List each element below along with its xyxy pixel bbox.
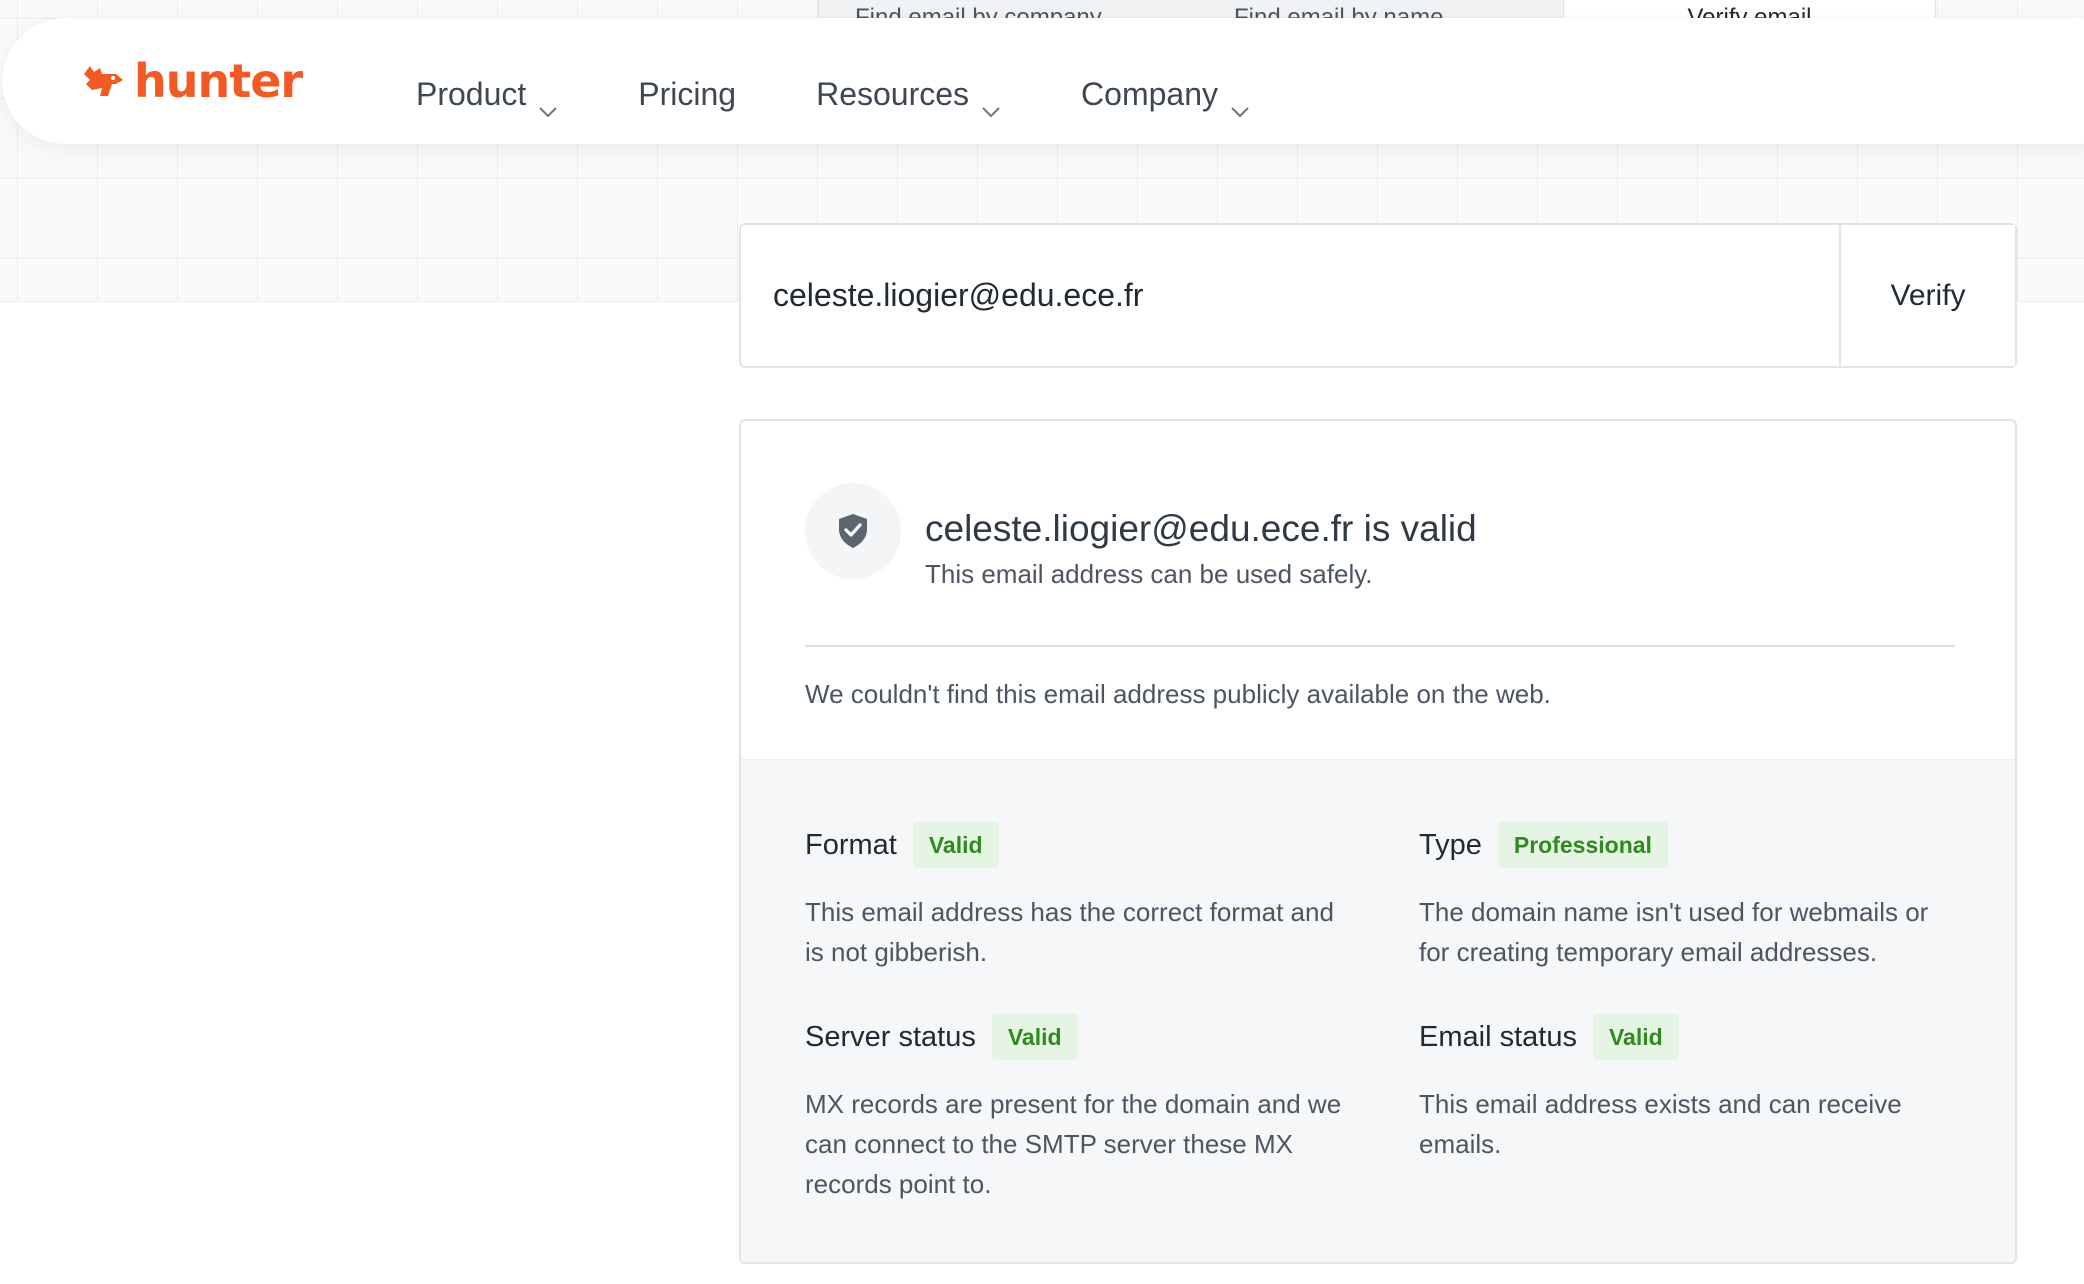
divider	[805, 645, 1955, 647]
nav-pricing[interactable]: Pricing	[638, 76, 736, 113]
nav-resources[interactable]: Resources	[816, 76, 1001, 117]
status-badge: Valid	[1592, 1014, 1679, 1060]
detail-email-status: Email status Valid This email address ex…	[1419, 1012, 1959, 1164]
email-input[interactable]	[741, 225, 1839, 366]
detail-label: Email status	[1419, 1020, 1577, 1053]
detail-description: This email address has the correct forma…	[805, 897, 1334, 967]
result-header: celeste.liogier@edu.ece.fr is valid This…	[805, 483, 1477, 590]
status-badge: Valid	[991, 1014, 1078, 1060]
status-badge: Valid	[912, 822, 999, 868]
detail-label: Server status	[805, 1020, 976, 1053]
verification-details: Format Valid This email address has the …	[741, 759, 2015, 1262]
nav-product-label: Product	[416, 76, 527, 112]
chevron-down-icon	[1230, 89, 1250, 117]
detail-label: Type	[1419, 828, 1482, 861]
verify-button[interactable]: Verify	[1839, 225, 2015, 366]
nav-product[interactable]: Product	[416, 76, 558, 117]
tab-verify-email[interactable]: Verify email	[1564, 0, 1936, 20]
main-nav: Product Pricing Resources Company	[416, 76, 1330, 117]
result-card: celeste.liogier@edu.ece.fr is valid This…	[739, 419, 2017, 1264]
brand-name: hunter	[134, 54, 303, 108]
detail-description: The domain name isn't used for webmails …	[1419, 897, 1929, 967]
nav-pricing-label: Pricing	[638, 76, 737, 112]
public-sources-note: We couldn't find this email address publ…	[805, 679, 1551, 709]
tab-find-email-by-name[interactable]: Find email by name	[1198, 0, 1564, 20]
tab-find-email-by-company[interactable]: Find email by company	[818, 0, 1198, 20]
detail-description: This email address exists and can receiv…	[1419, 1089, 1902, 1159]
nav-company[interactable]: Company	[1081, 76, 1250, 117]
shield-check-icon	[805, 483, 901, 579]
nav-resources-label: Resources	[816, 76, 970, 112]
detail-server-status: Server status Valid MX records are prese…	[805, 1012, 1345, 1204]
top-tabs: Find email by company Find email by name…	[818, 0, 1936, 20]
nav-company-label: Company	[1081, 76, 1218, 112]
detail-type: Type Professional The domain name isn't …	[1419, 820, 1959, 972]
status-badge: Professional	[1497, 822, 1668, 868]
result-title: celeste.liogier@edu.ece.fr is valid	[925, 508, 1477, 549]
brand-logo[interactable]: hunter	[82, 54, 303, 108]
verify-form: Verify	[739, 223, 2017, 368]
chevron-down-icon	[538, 89, 558, 117]
fox-head-icon	[82, 60, 124, 102]
chevron-down-icon	[981, 89, 1001, 117]
site-header: hunter Product Pricing Resources Company	[2, 18, 2084, 144]
detail-format: Format Valid This email address has the …	[805, 820, 1345, 972]
detail-description: MX records are present for the domain an…	[805, 1089, 1342, 1199]
result-subtitle: This email address can be used safely.	[925, 559, 1373, 589]
detail-label: Format	[805, 828, 897, 861]
